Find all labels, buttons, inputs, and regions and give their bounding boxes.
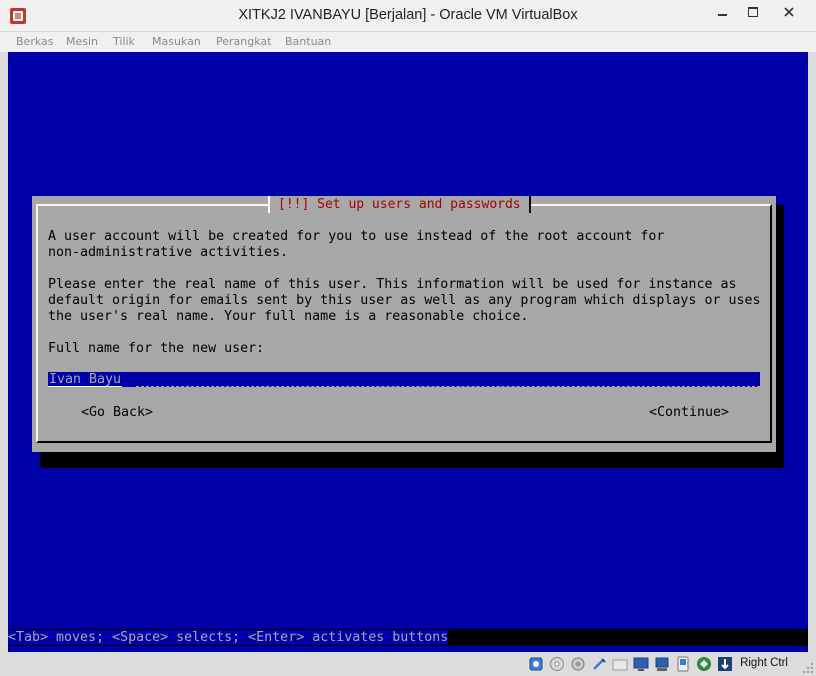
intro-text-line1: A user account will be created for you t… [48, 229, 665, 244]
shared-folder-icon[interactable] [611, 655, 629, 673]
minimize-icon [718, 14, 727, 16]
vm-display[interactable]: [!!] Set up users and passwords A user a… [8, 52, 808, 652]
mouse-integration-icon[interactable] [716, 655, 734, 673]
close-icon [784, 7, 794, 17]
menu-masukan[interactable]: Masukan [152, 35, 201, 48]
instruction-text-line2: default origin for emails sent by this u… [48, 293, 761, 308]
menu-mesin[interactable]: Mesin [66, 35, 98, 48]
network-icon[interactable] [653, 655, 671, 673]
resize-grip-icon[interactable] [802, 662, 814, 674]
full-name-value[interactable]: Ivan Bayu [48, 372, 123, 387]
intro-text-line2: non-administrative activities. [48, 245, 289, 260]
display-icon[interactable] [632, 655, 650, 673]
continue-button[interactable]: <Continue> [649, 405, 729, 421]
menu-berkas[interactable]: Berkas [16, 35, 54, 48]
maximize-button[interactable] [738, 1, 768, 23]
keyboard-hint-text: <Tab> moves; <Space> selects; <Enter> ac… [8, 630, 449, 645]
host-key-label: Right Ctrl [740, 657, 788, 669]
menu-tilik[interactable]: Tilik [113, 35, 135, 48]
instruction-text-line3: the user's real name. Your full name is … [48, 309, 529, 324]
minimize-button[interactable] [708, 1, 738, 23]
video-capture-icon[interactable] [674, 655, 692, 673]
maximize-icon [748, 7, 758, 17]
window-title: XITKJ2 IVANBAYU [Berjalan] - Oracle VM V… [238, 7, 578, 23]
close-button[interactable] [768, 1, 810, 23]
virtualbox-window: XITKJ2 IVANBAYU [Berjalan] - Oracle VM V… [0, 0, 816, 676]
title-bar: XITKJ2 IVANBAYU [Berjalan] - Oracle VM V… [0, 0, 816, 32]
input-underline [136, 386, 760, 387]
optical-disk-icon[interactable] [548, 655, 566, 673]
hard-disk-icon[interactable] [527, 655, 545, 673]
full-name-prompt: Full name for the new user: [48, 341, 265, 356]
menu-perangkat[interactable]: Perangkat [216, 35, 271, 48]
status-bar: Right Ctrl [0, 652, 816, 676]
menu-bar: Berkas Mesin Tilik Masukan Perangkat Ban… [0, 32, 816, 52]
go-back-button[interactable]: <Go Back> [81, 405, 153, 421]
installer-dialog: [!!] Set up users and passwords A user a… [32, 196, 776, 452]
audio-icon[interactable] [569, 655, 587, 673]
dialog-title: [!!] Set up users and passwords [268, 196, 531, 213]
menu-bantuan[interactable]: Bantuan [285, 35, 331, 48]
usb-icon[interactable] [590, 655, 608, 673]
cpu-icon[interactable] [695, 655, 713, 673]
full-name-input[interactable]: Ivan Bayu [48, 372, 760, 387]
instruction-text-line1: Please enter the real name of this user.… [48, 277, 737, 292]
keyboard-hint: <Tab> moves; <Space> selects; <Enter> ac… [8, 629, 808, 646]
